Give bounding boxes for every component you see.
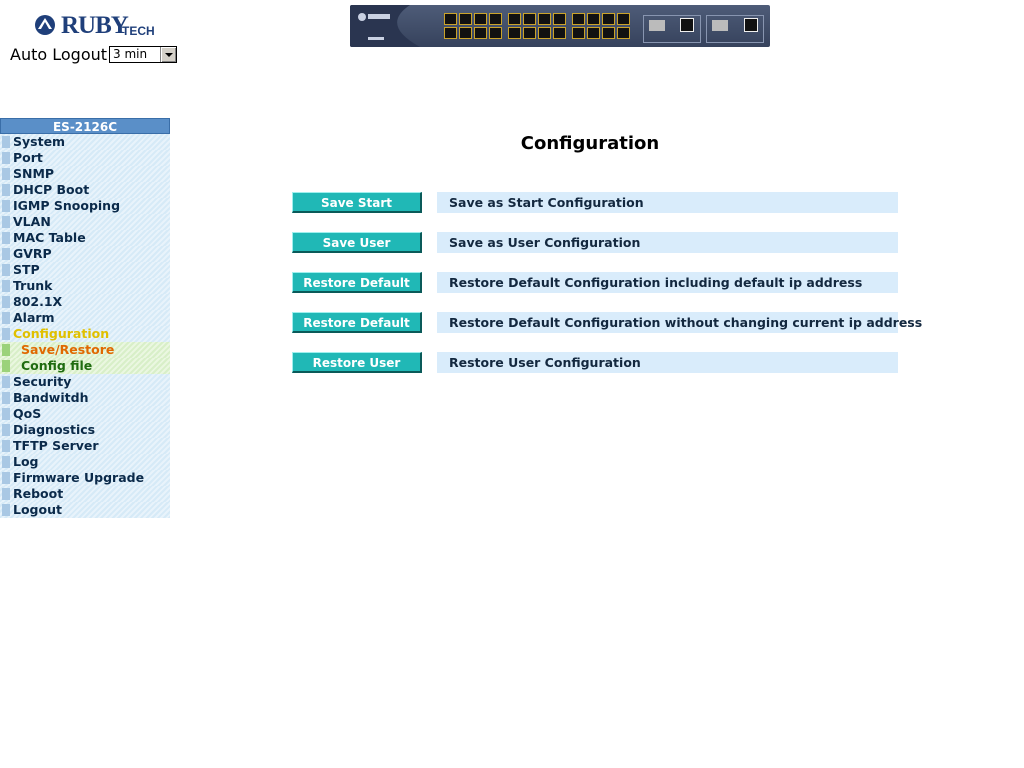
sidebar-item-vlan[interactable]: VLAN xyxy=(0,214,170,230)
sidebar-item-system[interactable]: System xyxy=(0,134,170,150)
sidebar-item-8021x[interactable]: 802.1X xyxy=(0,294,170,310)
auto-logout-select[interactable]: 3 min xyxy=(109,46,178,63)
page-title: Configuration xyxy=(520,133,660,154)
action-row-restore-default-ip: Restore Default Restore Default Configur… xyxy=(292,272,898,293)
action-row-restore-user: Restore User Restore User Configuration xyxy=(292,352,898,373)
sidebar-item-log[interactable]: Log xyxy=(0,454,170,470)
sidebar-item-port[interactable]: Port xyxy=(0,150,170,166)
switch-front-panel xyxy=(350,5,770,47)
sidebar-subitem-config-file[interactable]: Config file xyxy=(0,358,170,374)
action-row-save-start: Save Start Save as Start Configuration xyxy=(292,192,898,213)
action-row-save-user: Save User Save as User Configuration xyxy=(292,232,898,253)
logo-globe-icon xyxy=(35,15,55,35)
action-description: Restore User Configuration xyxy=(437,352,898,373)
chevron-down-icon[interactable] xyxy=(160,47,177,62)
sidebar-item-tftp-server[interactable]: TFTP Server xyxy=(0,438,170,454)
sidebar-item-logout[interactable]: Logout xyxy=(0,502,170,518)
port-block-3b xyxy=(572,27,630,39)
sidebar-item-mac-table[interactable]: MAC Table xyxy=(0,230,170,246)
device-logo-icon xyxy=(350,5,420,47)
sidebar-item-bandwidth[interactable]: Bandwitdh xyxy=(0,390,170,406)
auto-logout-label: Auto Logout xyxy=(10,45,108,64)
sidebar-item-gvrp[interactable]: GVRP xyxy=(0,246,170,262)
restore-default-button[interactable]: Restore Default xyxy=(292,272,422,293)
save-start-button[interactable]: Save Start xyxy=(292,192,422,213)
sidebar-item-trunk[interactable]: Trunk xyxy=(0,278,170,294)
logo-brand: RUBY xyxy=(61,12,129,39)
action-row-restore-default-keep-ip: Restore Default Restore Default Configur… xyxy=(292,312,922,333)
rubytech-logo: RUBY TECH xyxy=(34,12,155,42)
port-block-2b xyxy=(508,27,566,39)
logo-brand-sub: TECH xyxy=(122,24,155,38)
port-block-1 xyxy=(444,13,502,25)
sidebar-item-diagnostics[interactable]: Diagnostics xyxy=(0,422,170,438)
sidebar-item-snmp[interactable]: SNMP xyxy=(0,166,170,182)
sidebar-item-igmp-snooping[interactable]: IGMP Snooping xyxy=(0,198,170,214)
sidebar-item-qos[interactable]: QoS xyxy=(0,406,170,422)
restore-user-button[interactable]: Restore User xyxy=(292,352,422,373)
sidebar-item-alarm[interactable]: Alarm xyxy=(0,310,170,326)
sidebar-menu: ES-2126C System Port SNMP DHCP Boot IGMP… xyxy=(0,118,170,518)
auto-logout-value: 3 min xyxy=(113,47,148,61)
action-description: Save as Start Configuration xyxy=(437,192,898,213)
auto-logout: Auto Logout 3 min xyxy=(10,45,178,64)
sidebar-item-reboot[interactable]: Reboot xyxy=(0,486,170,502)
restore-default-keep-ip-button[interactable]: Restore Default xyxy=(292,312,422,333)
action-description: Restore Default Configuration including … xyxy=(437,272,898,293)
port-block-1b xyxy=(444,27,502,39)
action-description: Restore Default Configuration without ch… xyxy=(437,312,922,333)
sidebar-subitem-save-restore[interactable]: Save/Restore xyxy=(0,342,170,358)
save-user-button[interactable]: Save User xyxy=(292,232,422,253)
sidebar-item-firmware-upgrade[interactable]: Firmware Upgrade xyxy=(0,470,170,486)
action-description: Save as User Configuration xyxy=(437,232,898,253)
sidebar-item-stp[interactable]: STP xyxy=(0,262,170,278)
sidebar-item-dhcp-boot[interactable]: DHCP Boot xyxy=(0,182,170,198)
port-block-3 xyxy=(572,13,630,25)
port-block-2 xyxy=(508,13,566,25)
sidebar-item-security[interactable]: Security xyxy=(0,374,170,390)
sidebar-item-configuration[interactable]: Configuration xyxy=(0,326,170,342)
sidebar-title: ES-2126C xyxy=(0,118,170,134)
